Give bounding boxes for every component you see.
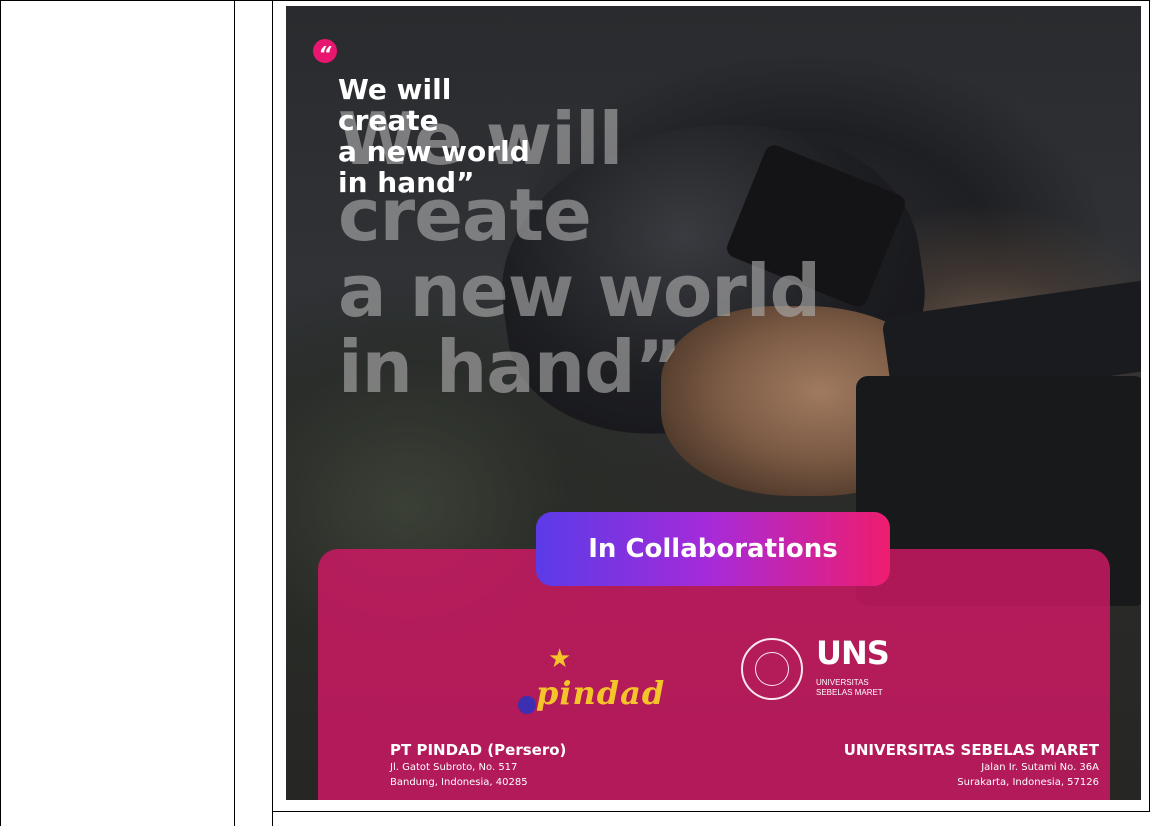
- quote-line: in hand”: [338, 166, 475, 199]
- uns-logo-subtitle-line-1: UNIVERSITAS: [816, 678, 869, 687]
- quote-line: create: [338, 104, 439, 137]
- pindad-city: Bandung, Indonesia, 40285: [390, 777, 528, 788]
- pindad-emblem-icon: [518, 696, 536, 714]
- uns-logo: UNS: [816, 634, 890, 672]
- pindad-star-icon: ★: [548, 644, 572, 674]
- uns-address: Jalan Ir. Sutami No. 36A: [981, 762, 1099, 773]
- uns-logo-subtitle: UNIVERSITAS SEBELAS MARET: [816, 678, 883, 698]
- quote-text: We will create a new world in hand”: [338, 74, 530, 198]
- pindad-info: PT PINDAD (Persero) Jl. Gatot Subroto, N…: [390, 740, 566, 790]
- table-row-divider: [272, 811, 1150, 812]
- pindad-logo: pindad: [536, 674, 666, 712]
- quote-shadow-line: a new world: [338, 249, 821, 333]
- collaboration-badge: In Collaborations: [536, 512, 890, 586]
- quote-mark-icon: “: [313, 39, 337, 66]
- quote-line: a new world: [338, 135, 530, 168]
- quote-shadow-line: in hand”: [338, 325, 682, 409]
- quote-line: We will: [338, 73, 452, 106]
- pindad-name: PT PINDAD (Persero): [390, 741, 567, 759]
- collaboration-poster-image: “ We will create a new world in hand” We…: [286, 6, 1141, 800]
- table-column-divider-2: [272, 0, 273, 826]
- table-border-left: [0, 0, 1, 826]
- uns-city: Surakarta, Indonesia, 57126: [957, 777, 1099, 788]
- uns-info: UNIVERSITAS SEBELAS MARET Jalan Ir. Suta…: [844, 740, 1099, 790]
- table-column-divider-1: [234, 0, 235, 826]
- table-border-top: [0, 0, 1150, 1]
- uns-seal-icon: [741, 638, 803, 700]
- uns-seal-inner: [755, 652, 789, 686]
- uns-name: UNIVERSITAS SEBELAS MARET: [843, 741, 1099, 759]
- pindad-address: Jl. Gatot Subroto, No. 517: [390, 762, 518, 773]
- uns-logo-subtitle-line-2: SEBELAS MARET: [816, 688, 883, 697]
